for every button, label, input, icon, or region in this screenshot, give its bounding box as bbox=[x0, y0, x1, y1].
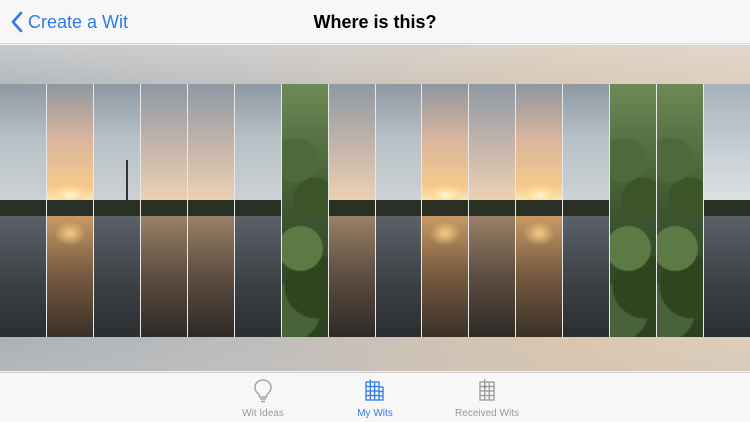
back-button-label: Create a Wit bbox=[28, 11, 129, 32]
tab-label: Wit Ideas bbox=[242, 408, 284, 419]
sun-reflection bbox=[429, 220, 462, 246]
treeline bbox=[704, 200, 750, 216]
strip-sky bbox=[704, 84, 750, 206]
treeline bbox=[46, 200, 93, 216]
lake-water bbox=[375, 215, 422, 337]
tab-label: Received Wits bbox=[455, 408, 519, 419]
treeline bbox=[0, 200, 46, 216]
foliage bbox=[610, 84, 657, 337]
photo-strip-3[interactable] bbox=[93, 84, 140, 337]
treeline bbox=[375, 200, 422, 216]
lightbulb-icon bbox=[254, 379, 272, 403]
photo-strip-11[interactable] bbox=[469, 84, 516, 337]
photo-strip-row bbox=[0, 84, 750, 337]
treeline bbox=[328, 200, 375, 216]
foliage bbox=[281, 84, 328, 337]
power-pylon bbox=[126, 159, 129, 206]
photo-strip-5[interactable] bbox=[187, 84, 234, 337]
tab-label: My Wits bbox=[357, 408, 393, 419]
photo-strip-2[interactable] bbox=[46, 84, 93, 337]
strip-sky bbox=[140, 84, 187, 206]
navigation-bar: Create a Wit Where is this? bbox=[0, 0, 750, 44]
lake-water bbox=[328, 215, 375, 337]
photo-strip-8[interactable] bbox=[328, 84, 375, 337]
tab-received-wits[interactable]: Received Wits bbox=[432, 373, 542, 422]
content-area bbox=[0, 45, 750, 371]
lake-water bbox=[187, 215, 234, 337]
sun-reflection bbox=[523, 220, 556, 246]
strip-sky bbox=[563, 84, 610, 206]
lake-water bbox=[234, 215, 281, 337]
treeline bbox=[187, 200, 234, 216]
strip-sky bbox=[0, 84, 46, 206]
photo-strip-9[interactable] bbox=[375, 84, 422, 337]
strip-sky bbox=[469, 84, 516, 206]
treeline bbox=[93, 200, 140, 216]
tab-wit-ideas[interactable]: Wit Ideas bbox=[208, 373, 318, 422]
strip-sky bbox=[234, 84, 281, 206]
chevron-left-icon bbox=[11, 11, 23, 33]
lake-water bbox=[563, 215, 610, 337]
lake-water bbox=[469, 215, 516, 337]
photo-strip-6[interactable] bbox=[234, 84, 281, 337]
lake-water bbox=[140, 215, 187, 337]
strip-sky bbox=[375, 84, 422, 206]
photo-strip-14[interactable] bbox=[610, 84, 657, 337]
strip-sky bbox=[93, 84, 140, 206]
lake-water bbox=[704, 215, 750, 337]
lake-water bbox=[93, 215, 140, 337]
grid-icon bbox=[365, 379, 384, 401]
strip-sky bbox=[328, 84, 375, 206]
strip-sky bbox=[187, 84, 234, 206]
tab-bar: Wit Ideas My Wits Received Wits bbox=[0, 372, 750, 422]
treeline bbox=[234, 200, 281, 216]
tab-my-wits[interactable]: My Wits bbox=[320, 373, 430, 422]
back-button[interactable]: Create a Wit bbox=[10, 0, 128, 44]
photo-strip-16[interactable] bbox=[704, 84, 750, 337]
lake-water bbox=[0, 215, 46, 337]
foliage bbox=[657, 84, 704, 337]
treeline bbox=[422, 200, 469, 216]
photo-strip-12[interactable] bbox=[516, 84, 563, 337]
sun-reflection bbox=[53, 220, 86, 246]
treeline bbox=[516, 200, 563, 216]
photo-strip-13[interactable] bbox=[563, 84, 610, 337]
photo-strip-1[interactable] bbox=[0, 84, 46, 337]
treeline bbox=[563, 200, 610, 216]
photo-strip-15[interactable] bbox=[657, 84, 704, 337]
received-grid-icon bbox=[479, 379, 495, 401]
photo-strip-7[interactable] bbox=[281, 84, 328, 337]
photo-strip-4[interactable] bbox=[140, 84, 187, 337]
photo-strip-10[interactable] bbox=[422, 84, 469, 337]
treeline bbox=[469, 200, 516, 216]
treeline bbox=[140, 200, 187, 216]
